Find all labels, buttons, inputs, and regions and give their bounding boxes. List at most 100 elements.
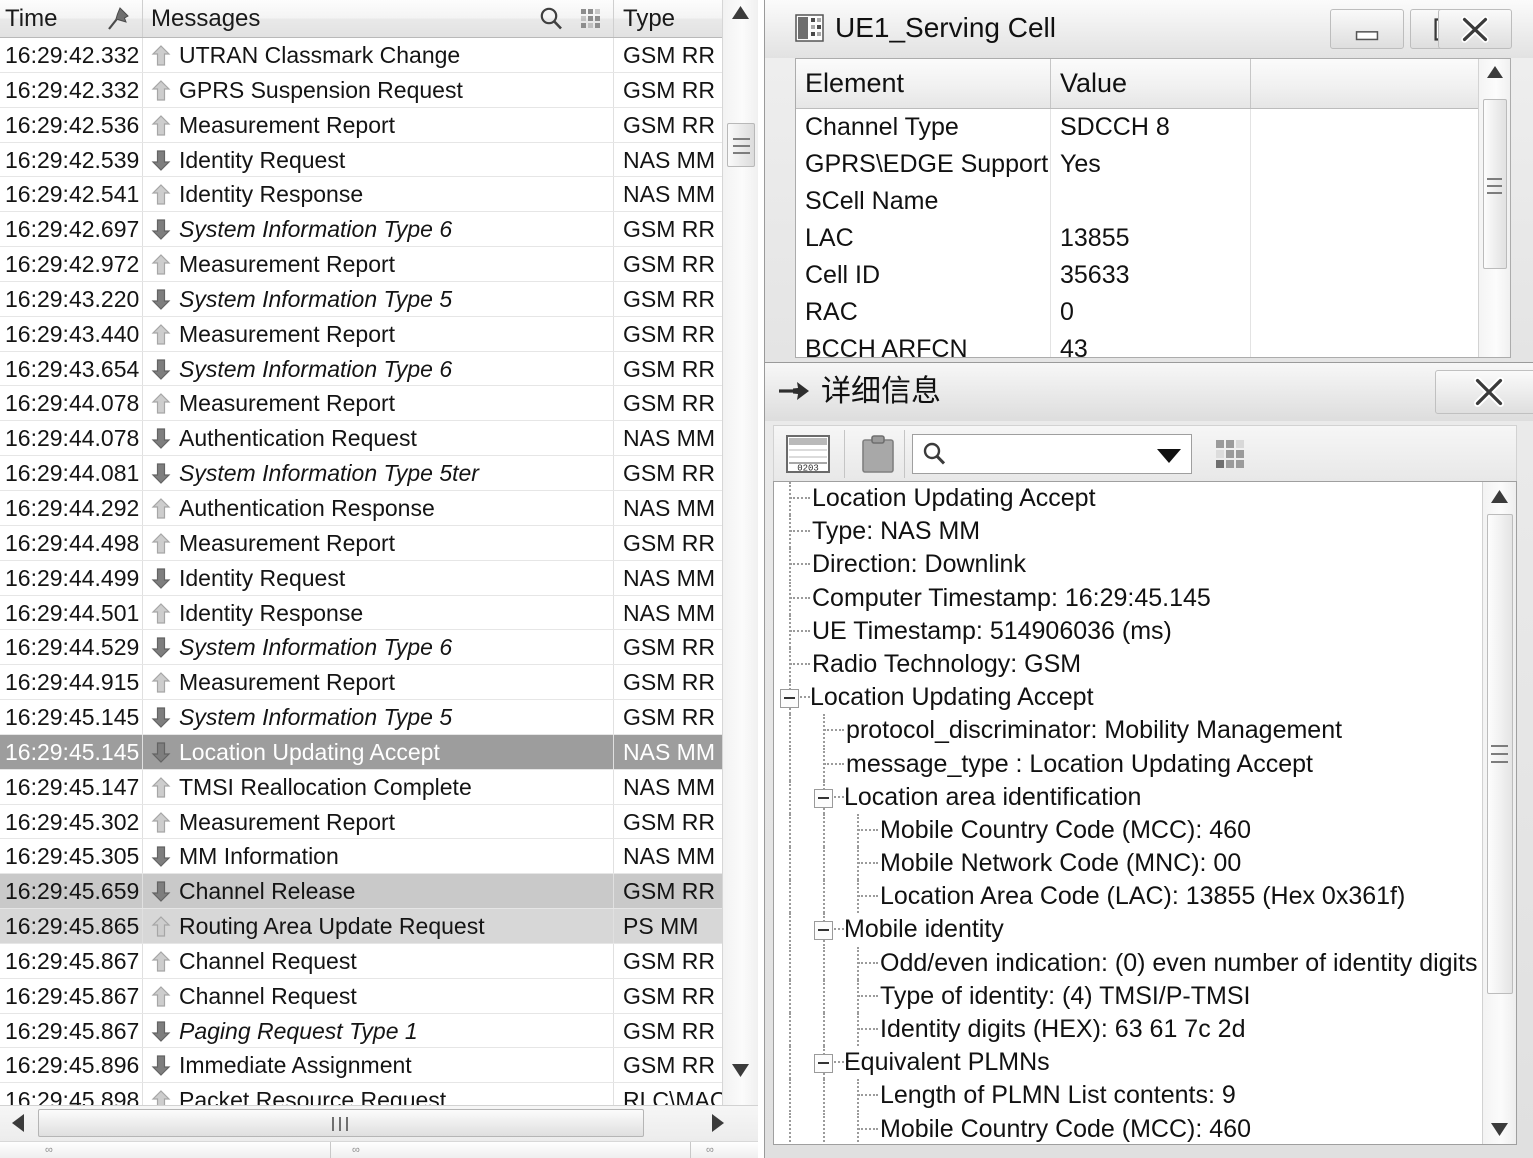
tree-node[interactable]: Mobile Network Code (MNC): 00 [774,847,1482,881]
search-icon[interactable] [538,6,564,32]
table-row[interactable]: 16:29:42.536 Measurement Report GSM RR [0,107,722,143]
table-row[interactable]: 16:29:45.865 Routing Area Update Request P… [0,909,722,944]
search-box[interactable] [912,434,1192,474]
table-row[interactable]: 16:29:42.332 GPRS Suspension Request GSM R… [0,72,722,108]
pin-icon[interactable] [104,6,130,32]
tree-node[interactable]: Computer Timestamp: 16:29:45.145 [774,581,1482,615]
scroll-up-button[interactable] [723,0,758,26]
column-header-element[interactable]: Element [796,59,1051,108]
tree-node[interactable]: Radio Technology: GSM [774,647,1482,681]
table-row[interactable]: 16:29:45.896 Immediate Assignment GSM RR [0,1048,722,1084]
scroll-down-button[interactable] [723,1057,758,1083]
tree-expander-icon[interactable] [814,788,833,808]
table-row[interactable]: GPRS\EDGE Support Yes [796,146,1478,183]
table-row[interactable]: 16:29:45.898 Packet Resource Request RLC\M… [0,1083,722,1105]
minimize-button[interactable] [1330,9,1404,49]
table-row[interactable]: 16:29:45.305 MM Information NAS MM [0,839,722,875]
table-row[interactable]: 16:29:43.654 System Information Type 6 GSM… [0,351,722,387]
tree-node[interactable]: UE Timestamp: 514906036 (ms) [774,614,1482,648]
table-row[interactable]: 16:29:44.498 Measurement Report GSM RR [0,525,722,561]
table-row[interactable]: 16:29:44.499 Identity Request NAS MM [0,560,722,596]
tree-node[interactable]: Length of PLMN List contents: 9 [774,1079,1482,1113]
scrollbar-thumb[interactable] [1487,514,1513,994]
table-row[interactable]: 16:29:42.697 System Information Type 6 GSM… [0,212,722,248]
scroll-down-button[interactable] [1483,1114,1516,1144]
hex-view-icon[interactable]: 0203 [786,434,830,474]
scrollbar-thumb[interactable] [1483,99,1507,269]
table-row[interactable]: BCCH ARFCN 43 [796,331,1478,357]
tree-node[interactable]: Equivalent PLMNs [774,1046,1482,1080]
table-row[interactable]: 16:29:44.915 Measurement Report GSM RR [0,665,722,701]
tree-node[interactable]: Odd/even indication: (0) even number of … [774,946,1482,980]
message-log-horizontal-scrollbar[interactable] [0,1105,758,1141]
message-log-rows[interactable]: 16:29:42.332 UTRAN Classmark Change GSM RR… [0,38,722,1105]
scroll-left-button[interactable] [2,1108,34,1138]
tree-node[interactable]: Type of identity: (4) TMSI/P-TMSI [774,979,1482,1013]
tree-node[interactable]: Direction: Downlink [774,548,1482,582]
table-row[interactable]: 16:29:45.659 Channel Release GSM RR [0,874,722,910]
grid-icon[interactable] [1216,440,1244,468]
message-log-vertical-scrollbar[interactable] [722,0,758,1105]
table-row[interactable]: 16:29:44.081 System Information Type 5ter… [0,456,722,491]
tree-expander-icon[interactable] [814,1054,833,1074]
tree-node[interactable]: Mobile identity [774,913,1482,947]
table-row[interactable]: 16:29:45.867 Channel Request GSM RR [0,978,722,1014]
scroll-up-button[interactable] [1483,482,1516,512]
table-row[interactable]: 16:29:42.541 Identity Response NAS MM [0,177,722,213]
pin-icon[interactable] [777,379,811,405]
tree-node[interactable]: Type: NAS MM [774,515,1482,549]
scrollbar-thumb-horizontal[interactable] [38,1109,644,1137]
tree-node[interactable]: Location Updating Accept [774,482,1482,515]
grid-icon[interactable] [581,9,603,29]
tree-node[interactable]: Identity digits (HEX): 63 61 7c 2d [774,1013,1482,1046]
table-row[interactable]: 16:29:45.867 Channel Request GSM RR [0,943,722,979]
table-row[interactable]: 16:29:44.529 System Information Type 6 GSM… [0,630,722,666]
table-row[interactable]: 16:29:42.539 Identity Request NAS MM [0,142,722,178]
table-row[interactable]: 16:29:43.220 System Information Type 5 GSM… [0,281,722,317]
tree-expander-icon[interactable] [814,921,833,941]
serving-cell-grid-rows[interactable]: Channel Type SDCCH 8 GPRS\EDGE Support Yes S… [796,109,1478,357]
tree-guide [789,813,791,847]
tree-node[interactable]: Location Area Code (LAC): 13855 (Hex 0x3… [774,880,1482,914]
table-row[interactable]: 16:29:45.302 Measurement Report GSM RR [0,804,722,840]
details-titlebar[interactable]: 详细信息 [765,363,1533,421]
table-row[interactable]: 16:29:45.147 TMSI Reallocation Complete NA… [0,769,722,805]
tree-node[interactable]: Location Updating Accept [774,681,1482,715]
table-row[interactable]: Cell ID 35633 [796,257,1478,294]
serving-cell-scrollbar[interactable] [1478,59,1510,357]
table-row[interactable]: 16:29:44.501 Identity Response NAS MM [0,595,722,631]
column-header-blank[interactable] [1251,59,1478,108]
table-row[interactable]: 16:29:44.078 Measurement Report GSM RR [0,386,722,422]
chevron-down-icon[interactable] [1157,449,1181,463]
tree-node[interactable]: protocol_discriminator: Mobility Managem… [774,714,1482,748]
table-row[interactable]: 16:29:45.867 Paging Request Type 1 GSM RR [0,1013,722,1049]
table-row[interactable]: Channel Type SDCCH 8 [796,109,1478,146]
table-row[interactable]: 16:29:42.332 UTRAN Classmark Change GSM RR [0,38,722,73]
table-row[interactable]: RAC 0 [796,294,1478,331]
table-row[interactable]: 16:29:44.292 Authentication Response NAS M… [0,490,722,526]
scroll-right-button[interactable] [702,1108,734,1138]
column-header-type[interactable]: Type [614,0,722,37]
table-row[interactable]: 16:29:42.972 Measurement Report GSM RR [0,247,722,282]
table-row[interactable]: SCell Name [796,183,1478,220]
details-scrollbar[interactable] [1482,482,1516,1144]
serving-cell-titlebar[interactable]: UE1_Serving Cell [765,0,1533,58]
table-row[interactable]: 16:29:43.440 Measurement Report GSM RR [0,316,722,352]
table-row[interactable]: 16:29:45.145 Location Updating Accept NAS … [0,734,722,770]
tree-node[interactable]: message_type : Location Updating Accept [774,747,1482,781]
close-button[interactable] [1438,9,1512,49]
details-tree-rows[interactable]: Location Updating Accept Type: NAS MM Dire… [774,482,1482,1144]
scrollbar-thumb[interactable] [727,123,755,167]
table-row[interactable]: 16:29:44.078 Authentication Request NAS MM [0,421,722,457]
table-row[interactable]: LAC 13855 [796,220,1478,257]
tree-node[interactable]: Mobile Country Code (MCC): 460 [774,1112,1482,1144]
tree-expander-icon[interactable] [780,689,799,709]
table-row[interactable]: 16:29:45.145 System Information Type 5 GSM… [0,700,722,735]
cell-type: GSM RR [623,947,715,974]
clipboard-icon[interactable] [860,434,896,474]
tree-node[interactable]: Location area identification [774,780,1482,814]
column-header-value[interactable]: Value [1051,59,1251,108]
details-close-button[interactable] [1435,370,1533,414]
search-input[interactable] [951,437,1165,473]
tree-node[interactable]: Mobile Country Code (MCC): 460 [774,813,1482,847]
